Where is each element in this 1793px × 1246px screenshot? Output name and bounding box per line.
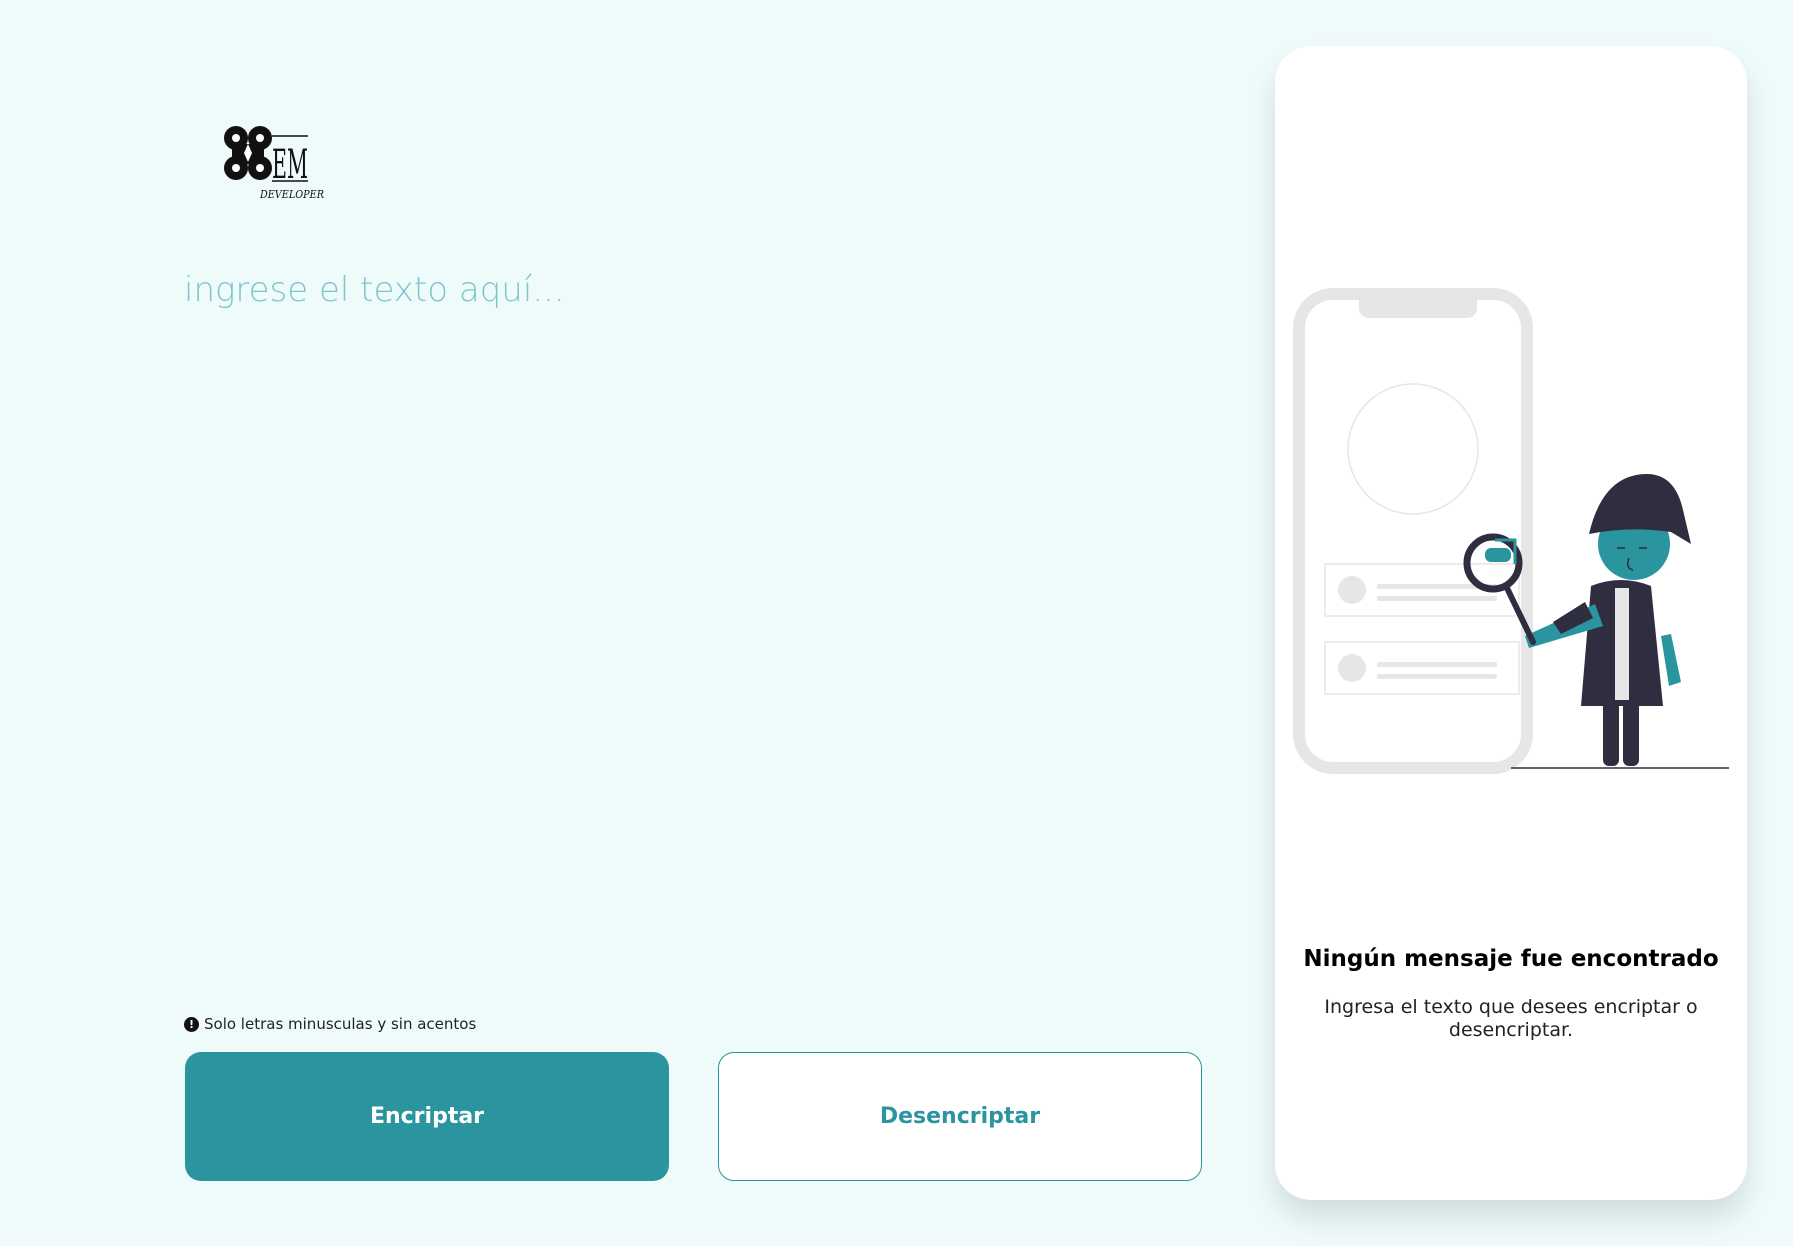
logo-icon: EM DEVELOPER [224, 126, 324, 201]
logo-text: EM [272, 142, 308, 188]
decrypt-button[interactable]: Desencriptar [718, 1052, 1202, 1181]
encrypt-button[interactable]: Encriptar [185, 1052, 669, 1181]
logo: EM DEVELOPER [222, 124, 332, 204]
search-illustration [1293, 288, 1729, 774]
hint-text: Solo letras minusculas y sin acentos [204, 1015, 477, 1033]
hint: ! Solo letras minusculas y sin acentos [184, 1015, 476, 1033]
page: EM DEVELOPER ! Solo letras minusculas y … [0, 0, 1793, 1246]
logo-subtext: DEVELOPER [259, 188, 324, 201]
output-panel: Ningún mensaje fue encontrado Ingresa el… [1275, 46, 1747, 1200]
info-icon: ! [184, 1016, 199, 1032]
output-description: Ingresa el texto que desees encriptar o … [1324, 996, 1698, 1041]
output-title: Ningún mensaje fue encontrado [1303, 946, 1719, 972]
text-input[interactable] [184, 270, 1184, 970]
